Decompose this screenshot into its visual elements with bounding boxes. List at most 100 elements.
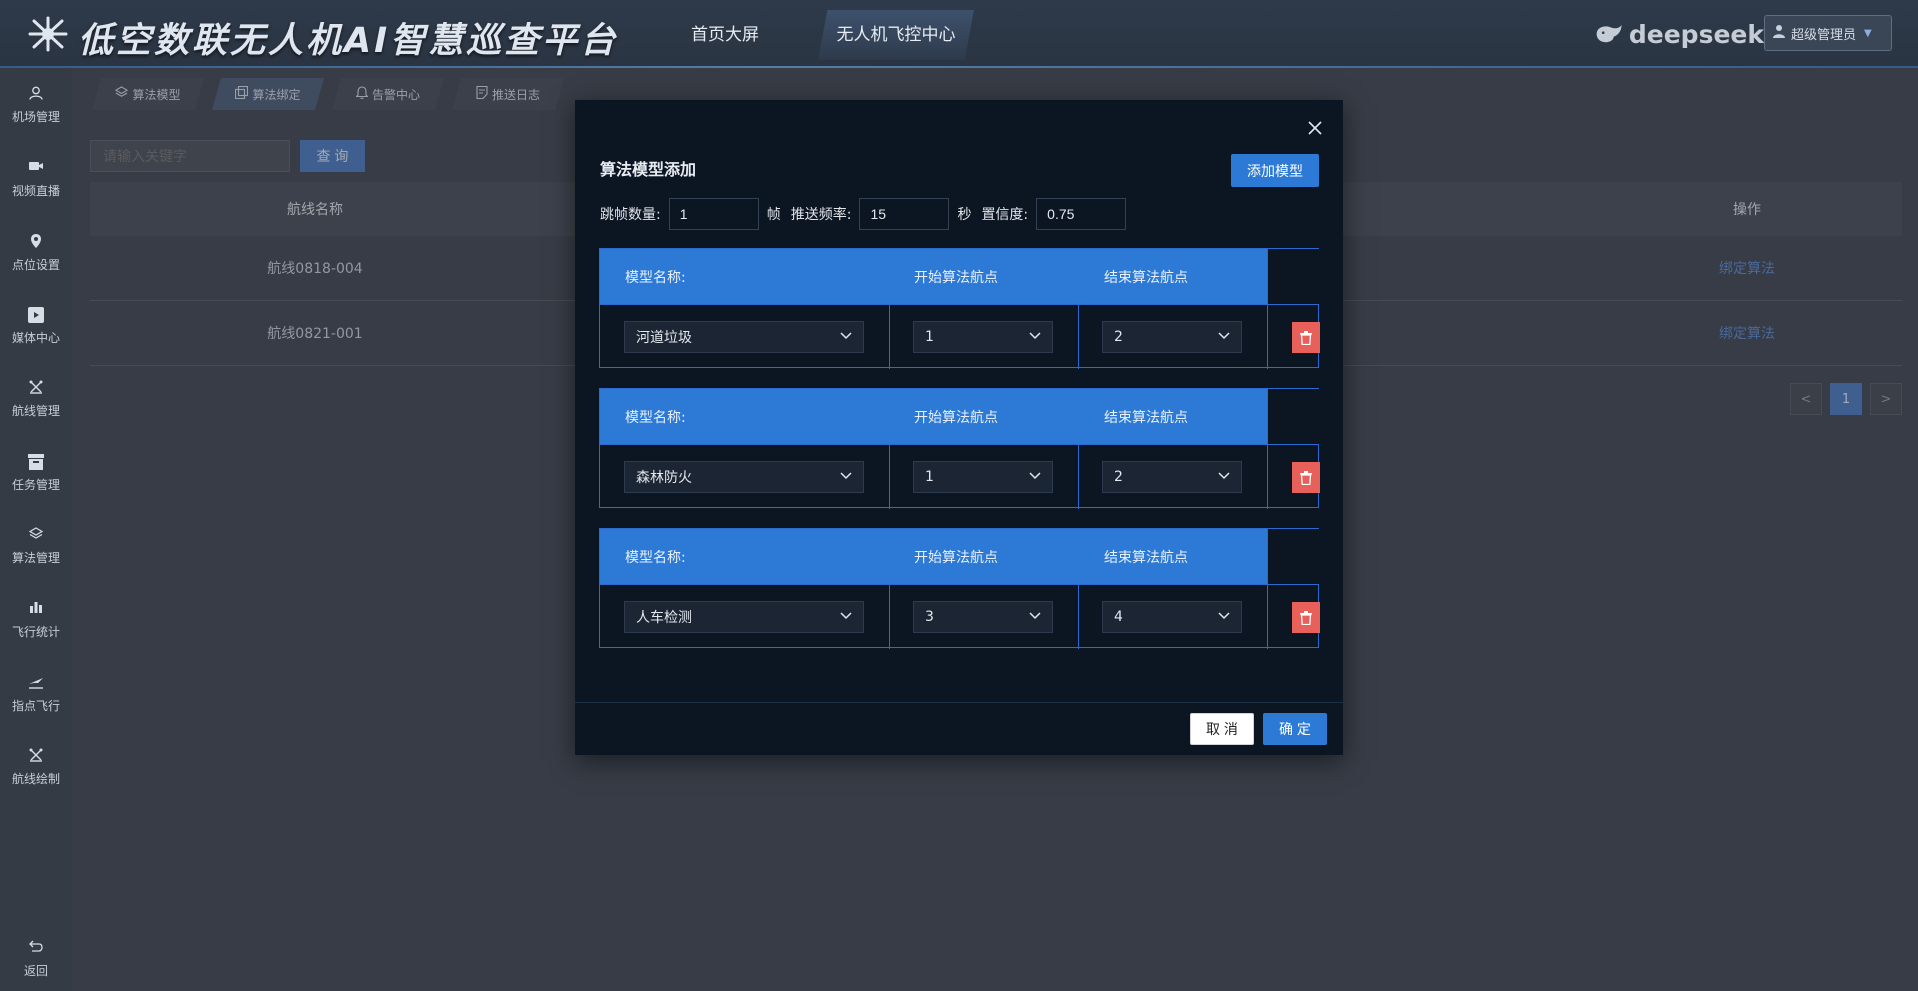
select-value: 森林防火 [636, 470, 692, 486]
select-value: 1 [925, 469, 934, 485]
footer-divider [575, 702, 1343, 703]
start-point-label: 开始算法航点 [914, 410, 998, 426]
sidebar-item-label: 机场管理 [11, 110, 60, 124]
top-header: 低空数联无人机AI智慧巡查平台 首页大屏 无人机飞控中心 deepseek 超级… [0, 0, 1918, 68]
header-blank-cell [1267, 389, 1319, 444]
divider [1078, 305, 1079, 369]
deepseek-logo: deepseek [1594, 14, 1764, 54]
sidebar-item-point-flight[interactable]: 指点飞行 [0, 663, 72, 723]
start-point-label: 开始算法航点 [914, 270, 998, 286]
start-point-label: 开始算法航点 [914, 550, 998, 566]
close-icon[interactable] [1303, 116, 1327, 140]
header-blank-cell [1267, 249, 1319, 304]
trash-icon [1300, 330, 1312, 345]
model-block-body: 人车检测 3 4 [600, 584, 1320, 649]
skip-frames-input[interactable] [668, 198, 759, 230]
caret-down-icon: ▼ [1864, 27, 1872, 39]
model-block: 模型名称: 开始算法航点 结束算法航点 河道垃圾 1 2 [599, 248, 1320, 369]
nav-home-screen[interactable]: 首页大屏 [666, 10, 784, 60]
sidebar-item-label: 航线管理 [11, 404, 60, 418]
back-button[interactable]: 返回 [0, 928, 72, 988]
nav-flight-control[interactable]: 无人机飞控中心 [818, 10, 974, 60]
sidebar-item-media[interactable]: 媒体中心 [0, 295, 72, 355]
divider [1078, 445, 1079, 509]
platform-title: 低空数联无人机AI智慧巡查平台 [78, 21, 619, 61]
select-value: 3 [925, 609, 934, 625]
video-icon [0, 160, 72, 182]
trash-icon [1300, 610, 1312, 625]
skip-unit: 帧 [766, 207, 781, 223]
model-name-label: 模型名称: [625, 550, 686, 566]
model-select[interactable]: 河道垃圾 [624, 321, 864, 353]
sidebar-item-flight-stats[interactable]: 飞行统计 [0, 589, 72, 649]
delete-model-button[interactable] [1292, 602, 1320, 633]
freq-label: 推送频率: [790, 207, 852, 223]
end-point-label: 结束算法航点 [1104, 270, 1188, 286]
cancel-button[interactable]: 取 消 [1190, 713, 1254, 745]
freq-unit: 秒 [957, 207, 972, 223]
box-icon [0, 454, 72, 476]
delete-model-button[interactable] [1292, 462, 1320, 493]
model-block-body: 河道垃圾 1 2 [600, 304, 1320, 369]
model-select[interactable]: 森林防火 [624, 461, 864, 493]
model-block-header: 模型名称: 开始算法航点 结束算法航点 [600, 249, 1267, 304]
sidebar-item-points[interactable]: 点位设置 [0, 222, 72, 282]
chevron-down-icon [1029, 472, 1041, 480]
drone-draw-icon [0, 748, 72, 770]
sidebar-item-tasks[interactable]: 任务管理 [0, 442, 72, 502]
user-icon [0, 86, 72, 108]
select-value: 2 [1114, 329, 1123, 345]
user-icon [1773, 24, 1785, 42]
end-point-label: 结束算法航点 [1104, 410, 1188, 426]
drone-icon [0, 380, 72, 402]
model-block-body: 森林防火 1 2 [600, 444, 1320, 509]
drone-logo-icon [28, 16, 68, 52]
user-menu-button[interactable]: 超级管理员 ▼ [1764, 15, 1892, 51]
add-model-dialog: 算法模型添加 添加模型 跳帧数量: 帧 推送频率: 秒 置信度: 模型名称: 开… [575, 100, 1343, 755]
delete-model-button[interactable] [1292, 322, 1320, 353]
chevron-down-icon [1029, 332, 1041, 340]
select-value: 1 [925, 329, 934, 345]
sidebar-item-label: 任务管理 [11, 478, 60, 492]
brand-text: deepseek [1628, 19, 1764, 49]
end-point-select[interactable]: 4 [1102, 601, 1242, 633]
end-point-select[interactable]: 2 [1102, 461, 1242, 493]
model-select[interactable]: 人车检测 [624, 601, 864, 633]
sidebar-item-algorithms[interactable]: 算法管理 [0, 515, 72, 575]
sidebar: 机场管理 视频直播 点位设置 媒体中心 航线管理 任务管理 算法管理 飞行统计 … [0, 68, 72, 991]
start-point-select[interactable]: 1 [913, 321, 1053, 353]
dialog-title: 算法模型添加 [600, 160, 697, 179]
sidebar-item-route-draw[interactable]: 航线绘制 [0, 736, 72, 796]
confirm-button[interactable]: 确 定 [1263, 713, 1327, 745]
sidebar-item-label: 航线绘制 [11, 772, 60, 786]
param-row: 跳帧数量: 帧 推送频率: 秒 置信度: [600, 198, 1134, 230]
start-point-select[interactable]: 1 [913, 461, 1053, 493]
sidebar-item-label: 媒体中心 [11, 331, 60, 345]
sidebar-item-label: 算法管理 [11, 551, 60, 565]
sidebar-item-label: 指点飞行 [11, 699, 60, 713]
whale-icon [1596, 24, 1622, 43]
model-name-label: 模型名称: [625, 270, 686, 286]
skip-label: 跳帧数量: [600, 207, 661, 223]
chevron-down-icon [1218, 612, 1230, 620]
start-point-select[interactable]: 3 [913, 601, 1053, 633]
model-name-label: 模型名称: [625, 410, 686, 426]
chevron-down-icon [840, 332, 852, 340]
bar-chart-icon [0, 601, 72, 623]
sidebar-item-airport[interactable]: 机场管理 [0, 74, 72, 134]
chevron-down-icon [1218, 472, 1230, 480]
sidebar-item-label: 视频直播 [11, 184, 60, 198]
flight-icon [0, 675, 72, 697]
confidence-input[interactable] [1036, 198, 1127, 230]
sidebar-item-routes[interactable]: 航线管理 [0, 368, 72, 428]
push-frequency-input[interactable] [859, 198, 950, 230]
back-label: 返回 [23, 964, 48, 978]
sidebar-item-video[interactable]: 视频直播 [0, 148, 72, 208]
chevron-down-icon [1029, 612, 1041, 620]
add-model-button[interactable]: 添加模型 [1231, 154, 1319, 187]
sidebar-item-label: 飞行统计 [11, 625, 60, 639]
select-value: 4 [1114, 609, 1123, 625]
divider [1267, 305, 1268, 369]
model-block: 模型名称: 开始算法航点 结束算法航点 森林防火 1 2 [599, 388, 1320, 509]
end-point-select[interactable]: 2 [1102, 321, 1242, 353]
